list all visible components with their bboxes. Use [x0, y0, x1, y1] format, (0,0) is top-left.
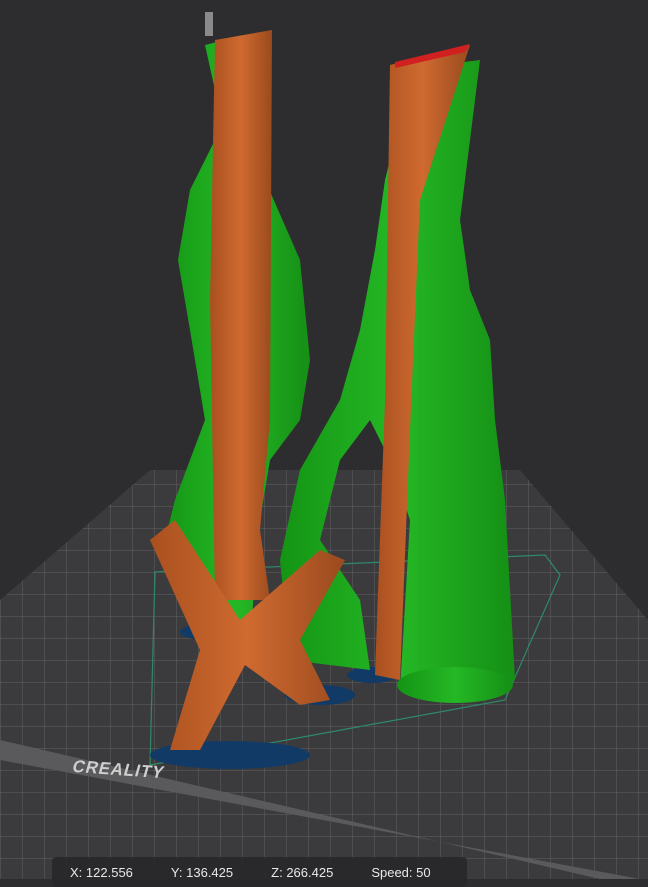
y-value: 136.425 [186, 864, 234, 880]
speed-value: 50 [416, 864, 431, 880]
print-bed [0, 470, 648, 879]
speed-label: Speed: [371, 864, 413, 880]
x-label: X: [70, 864, 83, 880]
x-value: 122.556 [85, 864, 133, 880]
z-value: 266.425 [286, 864, 334, 880]
y-label: Y: [170, 864, 183, 880]
3d-viewport[interactable] [0, 0, 648, 879]
z-label: Z: [271, 864, 283, 880]
nozzle-indicator [205, 12, 213, 36]
coordinate-status-bar: X: 122.556 Y: 136.425 Z: 266.425 Speed: … [52, 857, 467, 887]
